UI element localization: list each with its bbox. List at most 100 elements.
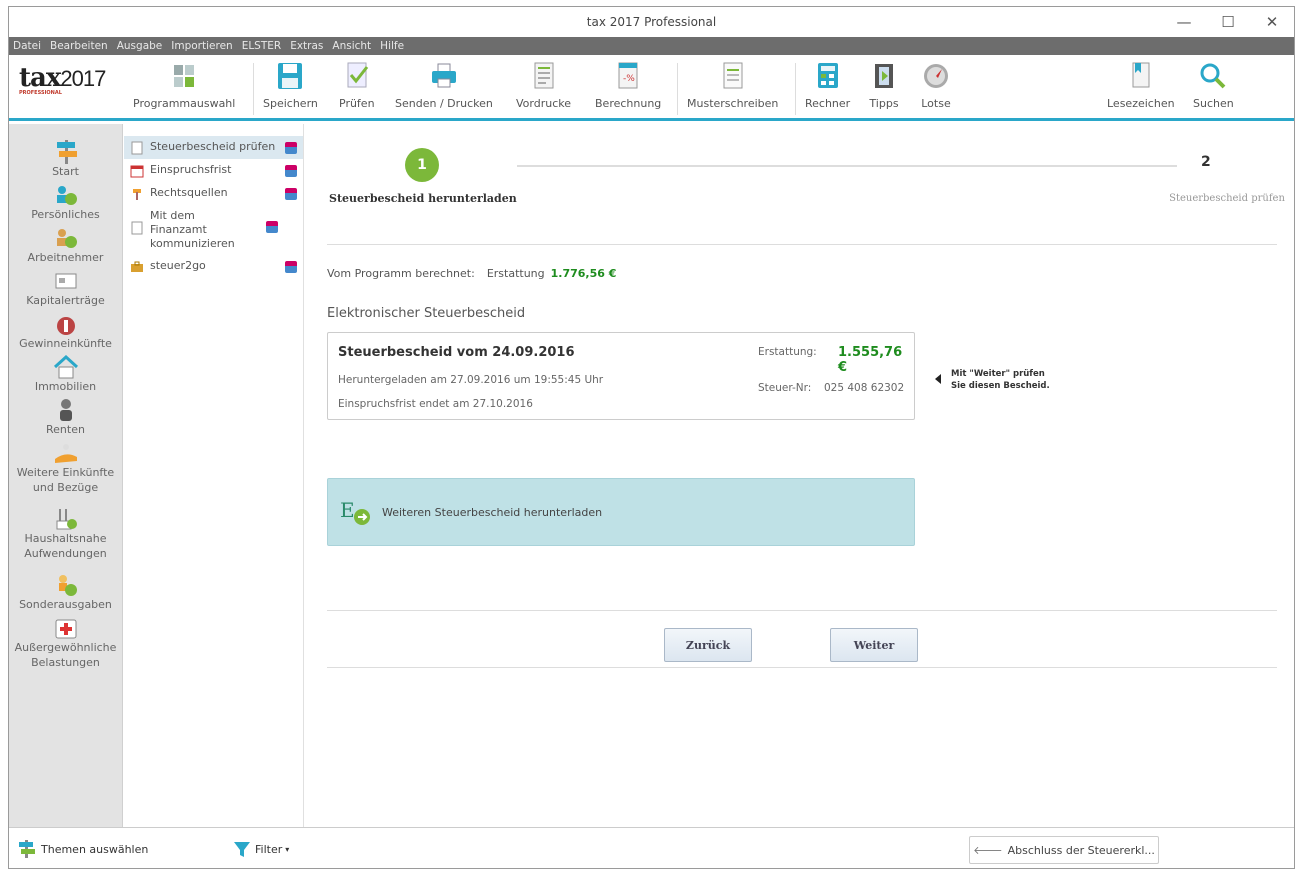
- elderly-person-icon: [53, 398, 79, 422]
- subnav-item-steuerbescheid-pruefen[interactable]: Steuerbescheid prüfen: [124, 136, 303, 159]
- sidebar-label-aussergewoehnliche: Außergewöhnliche Belastungen: [14, 641, 117, 669]
- film-tips-icon: [869, 61, 899, 91]
- sidebar-item-haushaltsnahe[interactable]: Haushaltsnahe Aufwendungen: [9, 503, 122, 561]
- sidebar-item-aussergewoehnliche[interactable]: Außergewöhnliche Belastungen: [9, 612, 122, 670]
- print-icon[interactable]: [285, 142, 297, 154]
- sidebar-item-renten[interactable]: Renten: [9, 394, 122, 437]
- card-erstattung-label: Erstattung:: [758, 346, 817, 358]
- hint-line-1: Mit "Weiter" prüfen: [951, 369, 1045, 379]
- tipps-button[interactable]: Tipps: [869, 61, 899, 110]
- subnav-item-finanzamt[interactable]: Mit dem Finanzamt kommunizieren: [124, 205, 303, 255]
- sidebar-label-arbeitnehmer: Arbeitnehmer: [27, 251, 104, 264]
- card-downloaded: Heruntergeladen am 27.09.2016 um 19:55:4…: [338, 374, 604, 386]
- subnav-item-einspruchsfrist[interactable]: Einspruchsfrist: [124, 159, 303, 182]
- arrow-left-icon: 🡐: [973, 844, 1003, 857]
- maximize-button[interactable]: ☐: [1206, 7, 1250, 37]
- calculation-document-icon: -%: [613, 61, 643, 91]
- card-title: Steuerbescheid vom 24.09.2016: [338, 345, 575, 360]
- lotse-button[interactable]: Lotse: [921, 61, 951, 110]
- print-icon[interactable]: [285, 261, 297, 273]
- menu-hilfe[interactable]: Hilfe: [380, 40, 404, 52]
- lesezeichen-button[interactable]: Lesezeichen: [1107, 61, 1175, 110]
- tax-notice-card[interactable]: Steuerbescheid vom 24.09.2016 Herunterge…: [327, 332, 915, 420]
- window-title: tax 2017 Professional: [586, 15, 717, 29]
- svg-text:-%: -%: [623, 74, 635, 84]
- menu-datei[interactable]: Datei: [13, 40, 41, 52]
- lotse-label: Lotse: [921, 97, 951, 110]
- printer-icon: [429, 61, 459, 91]
- senden-drucken-button[interactable]: Senden / Drucken: [395, 61, 493, 110]
- sidebar-label-renten: Renten: [46, 423, 85, 436]
- musterschreiben-button[interactable]: Musterschreiben: [687, 61, 778, 110]
- programmauswahl-label: Programmauswahl: [133, 97, 236, 110]
- berechnung-button[interactable]: -% Berechnung: [595, 61, 661, 110]
- vordrucke-button[interactable]: Vordrucke: [516, 61, 571, 110]
- suchen-button[interactable]: Suchen: [1193, 61, 1234, 110]
- menu-bearbeiten[interactable]: Bearbeiten: [50, 40, 108, 52]
- sidebar-item-start[interactable]: Start: [9, 136, 122, 179]
- card-deadline: Einspruchsfrist endet am 27.10.2016: [338, 398, 533, 410]
- speichern-label: Speichern: [263, 97, 318, 110]
- minimize-button[interactable]: —: [1162, 7, 1206, 37]
- subnav-item-steuer2go[interactable]: steuer2go: [124, 255, 303, 278]
- menu-ansicht[interactable]: Ansicht: [332, 40, 371, 52]
- hint-text: Mit "Weiter" prüfen Sie diesen Bescheid.: [951, 368, 1050, 392]
- filter-button[interactable]: Filter ▾: [233, 840, 289, 858]
- speichern-button[interactable]: Speichern: [263, 61, 318, 110]
- divider: [327, 667, 1277, 668]
- sidebar-item-sonderausgaben[interactable]: Sonderausgaben: [9, 569, 122, 612]
- sidebar-item-gewinneinkuenfte[interactable]: Gewinneinkünfte: [9, 308, 122, 351]
- abschluss-button[interactable]: 🡐 Abschluss der Steuererkl...: [969, 836, 1159, 864]
- card-steuernr-value: 025 408 62302: [824, 382, 905, 394]
- tools-check-icon: [53, 507, 79, 531]
- hand-coins-icon: [53, 441, 79, 465]
- card-erstattung-value: 1.555,76 €: [838, 345, 903, 375]
- sidebar-item-kapitalertraege[interactable]: Kapitalerträge: [9, 265, 122, 308]
- subnav-item-rechtsquellen[interactable]: Rechtsquellen: [124, 182, 303, 205]
- pruefen-button[interactable]: Prüfen: [339, 61, 375, 110]
- print-icon[interactable]: [285, 165, 297, 177]
- calculator-icon: [813, 61, 843, 91]
- menu-extras[interactable]: Extras: [290, 40, 323, 52]
- app-window: tax 2017 Professional — ☐ ✕ Datei Bearbe…: [8, 6, 1295, 869]
- elster-download-icon: E: [340, 498, 370, 525]
- themen-label: Themen auswählen: [41, 842, 149, 856]
- suchen-label: Suchen: [1193, 97, 1234, 110]
- signpost-icon: [53, 140, 79, 164]
- sidebar-item-immobilien[interactable]: Immobilien: [9, 351, 122, 394]
- letter-template-icon: [718, 61, 748, 91]
- print-icon[interactable]: [285, 188, 297, 200]
- close-button[interactable]: ✕: [1250, 7, 1294, 37]
- sidebar-item-weitere-einkuenfte[interactable]: Weitere Einkünfte und Bezüge: [9, 437, 122, 495]
- step-2-label: Steuerbescheid prüfen: [1169, 193, 1285, 204]
- musterschreiben-label: Musterschreiben: [687, 97, 779, 110]
- divider: [327, 244, 1277, 245]
- programmauswahl-button[interactable]: Programmauswahl: [133, 61, 235, 110]
- subnav-label: Steuerbescheid prüfen: [150, 140, 276, 153]
- download-more-label: Weiteren Steuerbescheid herunterladen: [382, 505, 603, 519]
- svg-text:E: E: [340, 498, 355, 522]
- program-select-icon: [169, 61, 199, 91]
- sidebar-label-kapitalertraege: Kapitalerträge: [26, 294, 105, 307]
- funnel-icon: [234, 842, 250, 857]
- menu-ausgabe[interactable]: Ausgabe: [117, 40, 163, 52]
- print-icon[interactable]: [266, 221, 278, 233]
- rechner-button[interactable]: Rechner: [805, 61, 850, 110]
- worker-check-icon: [53, 226, 79, 250]
- hint-arrow-icon: [935, 374, 941, 384]
- check-document-icon: [342, 61, 372, 91]
- sidebar-item-arbeitnehmer[interactable]: Arbeitnehmer: [9, 222, 122, 265]
- step-1-label: Steuerbescheid herunterladen: [329, 192, 517, 205]
- back-button[interactable]: Zurück: [664, 628, 752, 662]
- next-button[interactable]: Weiter: [830, 628, 918, 662]
- menu-elster[interactable]: ELSTER: [242, 40, 282, 52]
- sidebar-item-persoenliches[interactable]: Persönliches: [9, 179, 122, 222]
- menu-importieren[interactable]: Importieren: [171, 40, 232, 52]
- money-bag-icon: [53, 312, 79, 336]
- bottom-bar: Themen auswählen Filter ▾ 🡐 Abschluss de…: [9, 827, 1294, 868]
- download-more-button[interactable]: E Weiteren Steuerbescheid herunterladen: [327, 478, 915, 546]
- themen-auswaehlen-button[interactable]: Themen auswählen: [17, 840, 148, 858]
- section-title: Elektronischer Steuerbescheid: [327, 306, 526, 321]
- briefcase-icon: [131, 261, 143, 272]
- dropdown-icon: ▾: [285, 844, 290, 854]
